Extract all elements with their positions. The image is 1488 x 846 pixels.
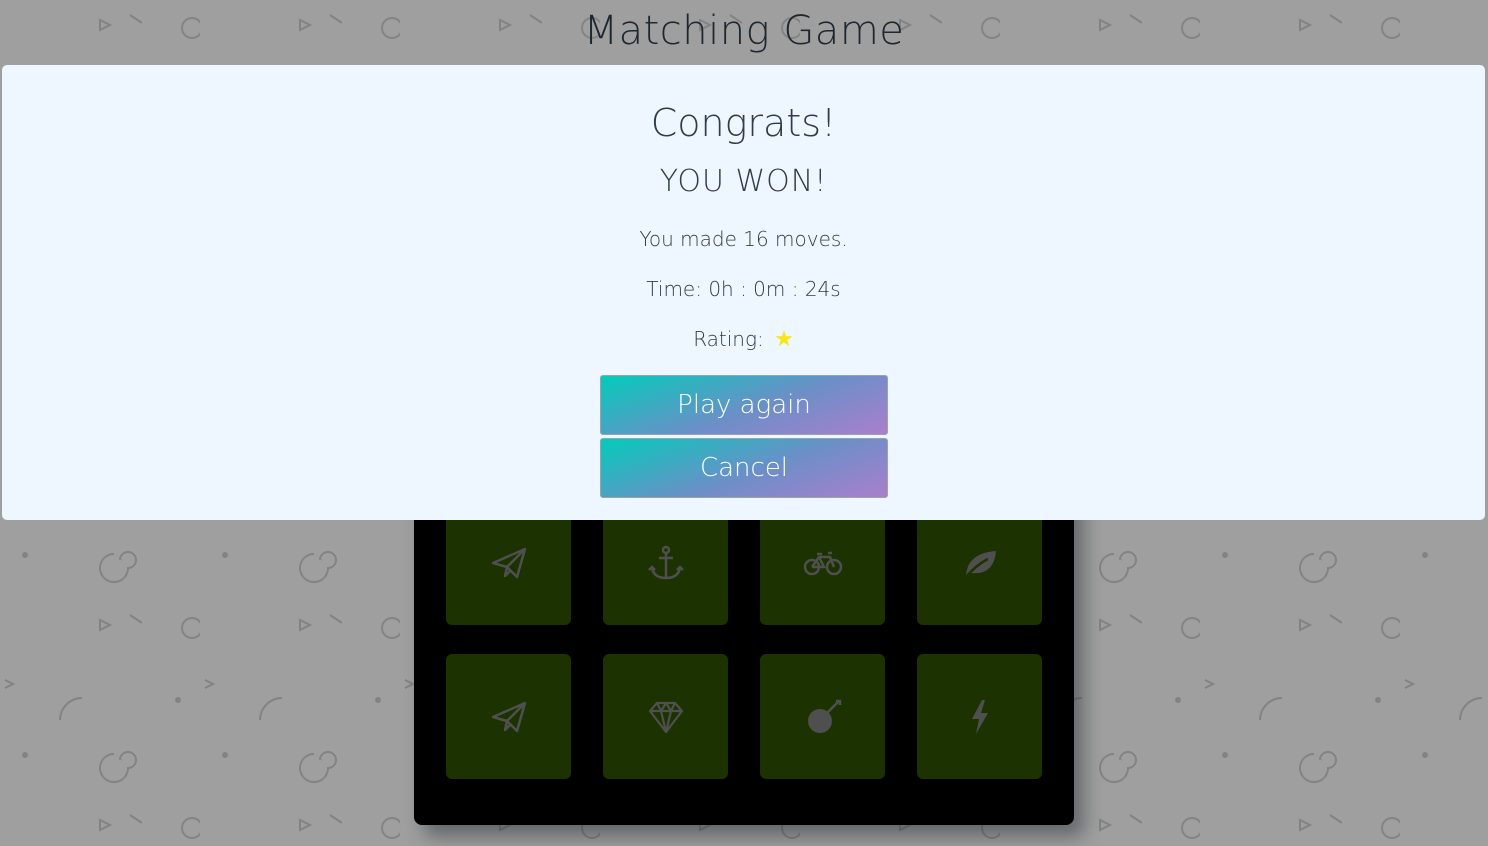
rating-label: Rating: bbox=[693, 327, 764, 351]
modal-title: Congrats! bbox=[650, 101, 837, 145]
play-again-button[interactable]: Play again bbox=[600, 375, 888, 435]
moves-summary: You made 16 moves. bbox=[639, 227, 848, 251]
time-summary: Time: 0h : 0m : 24s bbox=[646, 277, 841, 301]
cancel-button[interactable]: Cancel bbox=[600, 438, 888, 498]
star-icon: ★ bbox=[774, 327, 794, 352]
modal-subtitle: YOU WON! bbox=[659, 164, 828, 199]
rating-summary: Rating: ★ bbox=[2, 327, 1485, 352]
win-modal: Congrats! YOU WON! You made 16 moves. Ti… bbox=[2, 65, 1485, 520]
